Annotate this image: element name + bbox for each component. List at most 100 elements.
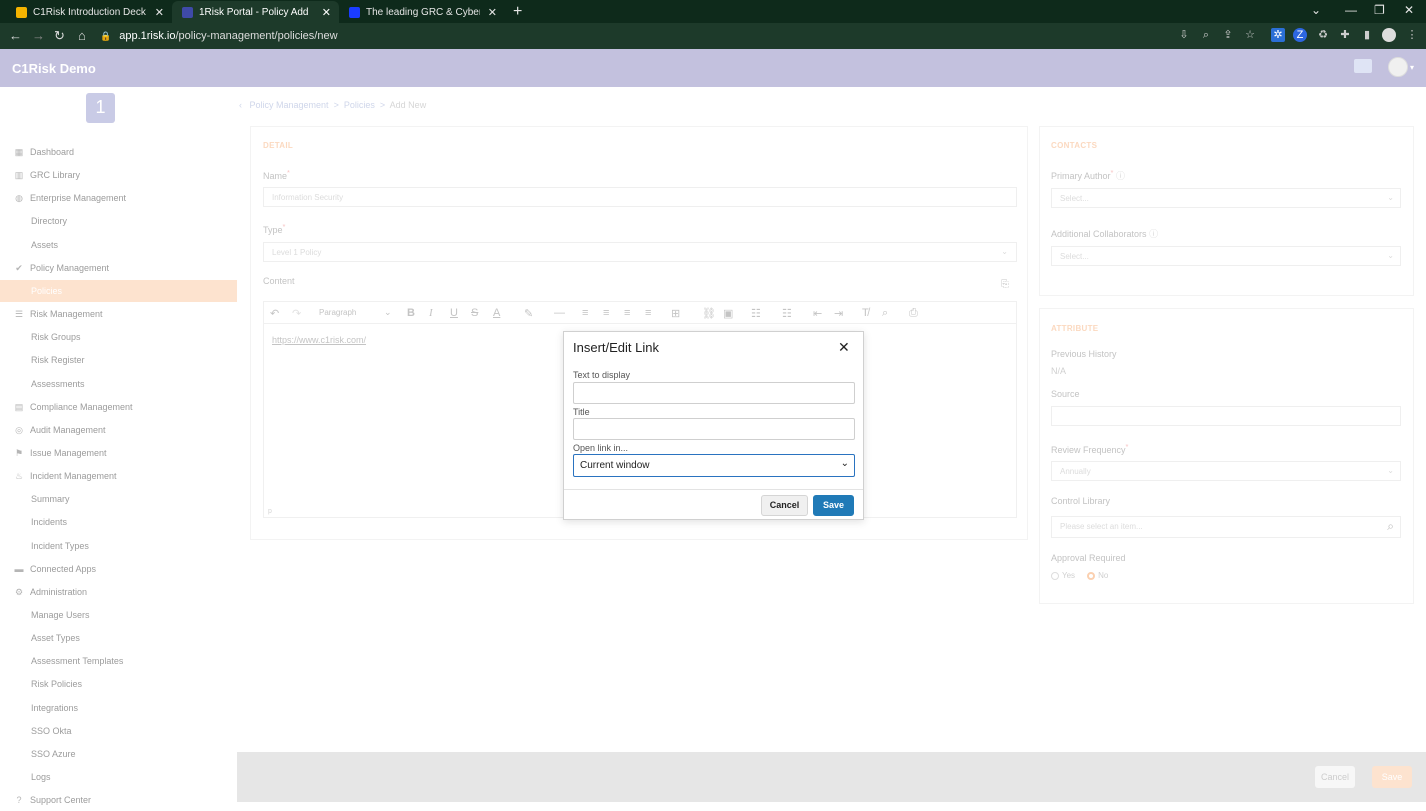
- bold-icon[interactable]: B: [407, 307, 415, 319]
- maximize-icon[interactable]: ❐: [1374, 3, 1385, 17]
- align-center-icon[interactable]: ≡: [603, 307, 609, 319]
- content-link[interactable]: https://www.c1risk.com/: [272, 335, 366, 345]
- indent-icon[interactable]: ⇥: [834, 307, 843, 320]
- share-icon[interactable]: ⇪: [1221, 28, 1235, 42]
- close-window-icon[interactable]: ✕: [1404, 3, 1414, 17]
- minimize-icon[interactable]: —: [1345, 3, 1357, 17]
- sidebar-item[interactable]: Risk Groups: [0, 326, 237, 348]
- folder-icon[interactable]: [1354, 59, 1372, 73]
- table-icon[interactable]: ⊞: [671, 307, 680, 320]
- text-to-display-input[interactable]: [573, 382, 855, 404]
- text-color-icon[interactable]: A: [493, 307, 500, 319]
- sidebar-item[interactable]: Asset Types: [0, 627, 237, 649]
- radio-yes[interactable]: [1051, 571, 1059, 580]
- sidebar-item[interactable]: ◎ Audit Management: [0, 419, 237, 441]
- numbered-list-icon[interactable]: ☷: [782, 307, 792, 320]
- bullet-list-icon[interactable]: ☷: [751, 307, 761, 320]
- profile-icon[interactable]: [1382, 28, 1396, 42]
- sidebar-item[interactable]: SSO Okta: [0, 720, 237, 742]
- paragraph-select[interactable]: Paragraph: [319, 308, 356, 317]
- clear-format-icon[interactable]: T̸: [862, 307, 869, 319]
- sidebar-item[interactable]: Incident Types: [0, 535, 237, 557]
- strikethrough-icon[interactable]: S: [471, 307, 478, 319]
- footer-save-button[interactable]: Save: [1372, 766, 1412, 788]
- avatar[interactable]: [1388, 57, 1408, 77]
- url-field[interactable]: 🔒 app.1risk.io /policy-management/polici…: [100, 26, 1270, 46]
- home-icon[interactable]: ⌂: [78, 28, 86, 43]
- radio-no[interactable]: [1087, 571, 1096, 580]
- review-frequency-select[interactable]: Annually ⌄: [1051, 461, 1401, 481]
- control-library-field[interactable]: Please select an item... ⌕: [1051, 516, 1401, 538]
- sidebar-item[interactable]: Risk Policies: [0, 673, 237, 695]
- breadcrumb-item[interactable]: Policies: [344, 100, 375, 110]
- forward-icon[interactable]: →: [32, 28, 45, 43]
- sidebar-item[interactable]: Risk Register: [0, 349, 237, 371]
- search-icon[interactable]: ⌕: [882, 307, 888, 320]
- sidebar-toggle-icon[interactable]: ▮: [1360, 28, 1374, 42]
- name-field[interactable]: Information Security: [263, 187, 1017, 207]
- browser-tab[interactable]: The leading GRC & Cybersecurity ✕: [339, 1, 505, 23]
- sidebar-item[interactable]: Assessment Templates: [0, 650, 237, 672]
- sidebar-item[interactable]: ▤ Compliance Management: [0, 396, 237, 418]
- sidebar-item[interactable]: ▬ Connected Apps: [0, 558, 237, 580]
- sidebar-item[interactable]: ◍ Enterprise Management: [0, 187, 237, 209]
- sidebar-item[interactable]: ▦ Dashboard: [0, 141, 237, 163]
- title-input[interactable]: [573, 418, 855, 440]
- save-button[interactable]: Save: [813, 495, 854, 516]
- reload-icon[interactable]: ↻: [54, 28, 65, 44]
- align-right-icon[interactable]: ≡: [624, 307, 630, 319]
- sidebar-item[interactable]: Assessments: [0, 373, 237, 395]
- sidebar-item[interactable]: ⚙ Administration: [0, 581, 237, 603]
- close-icon[interactable]: ✕: [838, 339, 850, 356]
- print-icon[interactable]: ⎙: [909, 307, 918, 320]
- source-field[interactable]: [1051, 406, 1401, 426]
- install-icon[interactable]: ⇩: [1177, 28, 1191, 42]
- sidebar-item[interactable]: ⚑ Issue Management: [0, 442, 237, 464]
- browser-tab-active[interactable]: 1Risk Portal - Policy Add ✕: [172, 1, 339, 23]
- highlight-icon[interactable]: ✎: [524, 307, 533, 320]
- sidebar-item[interactable]: Assets: [0, 234, 237, 256]
- type-select[interactable]: Level 1 Policy ⌄: [263, 242, 1017, 262]
- puzzle-icon[interactable]: ✚: [1338, 28, 1352, 42]
- zoom-icon[interactable]: ⌕: [1199, 28, 1213, 42]
- open-link-select[interactable]: Current window ⌄: [573, 454, 855, 477]
- recycle-icon[interactable]: ♻: [1316, 28, 1330, 42]
- paperclip-icon[interactable]: ⎘: [1001, 279, 1009, 290]
- align-left-icon[interactable]: ≡: [582, 307, 588, 319]
- zoom-extension-icon[interactable]: Z: [1293, 28, 1307, 42]
- sidebar-item[interactable]: ▥ GRC Library: [0, 164, 237, 186]
- collaborators-select[interactable]: Select... ⌄: [1051, 246, 1401, 266]
- primary-author-select[interactable]: Select... ⌄: [1051, 188, 1401, 208]
- footer-cancel-button[interactable]: Cancel: [1315, 766, 1355, 788]
- back-icon[interactable]: ←: [9, 28, 22, 43]
- star-icon[interactable]: ☆: [1243, 28, 1257, 42]
- sidebar-item[interactable]: ♨ Incident Management: [0, 465, 237, 487]
- sidebar-item[interactable]: Incidents: [0, 511, 237, 533]
- undo-icon[interactable]: ↶: [270, 307, 279, 320]
- chevron-down-icon[interactable]: ▾: [1410, 63, 1414, 72]
- sidebar-item[interactable]: SSO Azure: [0, 743, 237, 765]
- image-icon[interactable]: ▣: [723, 307, 733, 320]
- breadcrumb-item[interactable]: Policy Management: [250, 100, 329, 110]
- sidebar-item[interactable]: ✔ Policy Management: [0, 257, 237, 279]
- sidebar-item[interactable]: ? Support Center: [0, 789, 237, 811]
- cancel-button[interactable]: Cancel: [761, 495, 808, 516]
- new-tab-icon[interactable]: +: [513, 3, 522, 21]
- browser-tab[interactable]: C1Risk Introduction Deck - Goog ✕: [6, 1, 172, 23]
- redo-icon[interactable]: ↷: [292, 307, 301, 320]
- underline-icon[interactable]: U: [450, 307, 458, 319]
- italic-icon[interactable]: I: [429, 307, 433, 319]
- close-icon[interactable]: ✕: [488, 6, 497, 19]
- menu-icon[interactable]: ⋮: [1405, 28, 1419, 42]
- sidebar-item[interactable]: Directory: [0, 210, 237, 232]
- extension-icon[interactable]: ✲: [1271, 28, 1285, 42]
- chevron-down-icon[interactable]: ⌄: [1311, 3, 1321, 17]
- sidebar-item[interactable]: Policies: [0, 280, 237, 302]
- back-icon[interactable]: ‹: [239, 100, 242, 110]
- sidebar-item[interactable]: Logs: [0, 766, 237, 788]
- sidebar-item[interactable]: Integrations: [0, 697, 237, 719]
- close-icon[interactable]: ✕: [155, 6, 164, 19]
- sidebar-item[interactable]: ☰ Risk Management: [0, 303, 237, 325]
- horizontal-line-icon[interactable]: —: [554, 307, 565, 319]
- chevron-down-icon[interactable]: ⌄: [384, 307, 392, 318]
